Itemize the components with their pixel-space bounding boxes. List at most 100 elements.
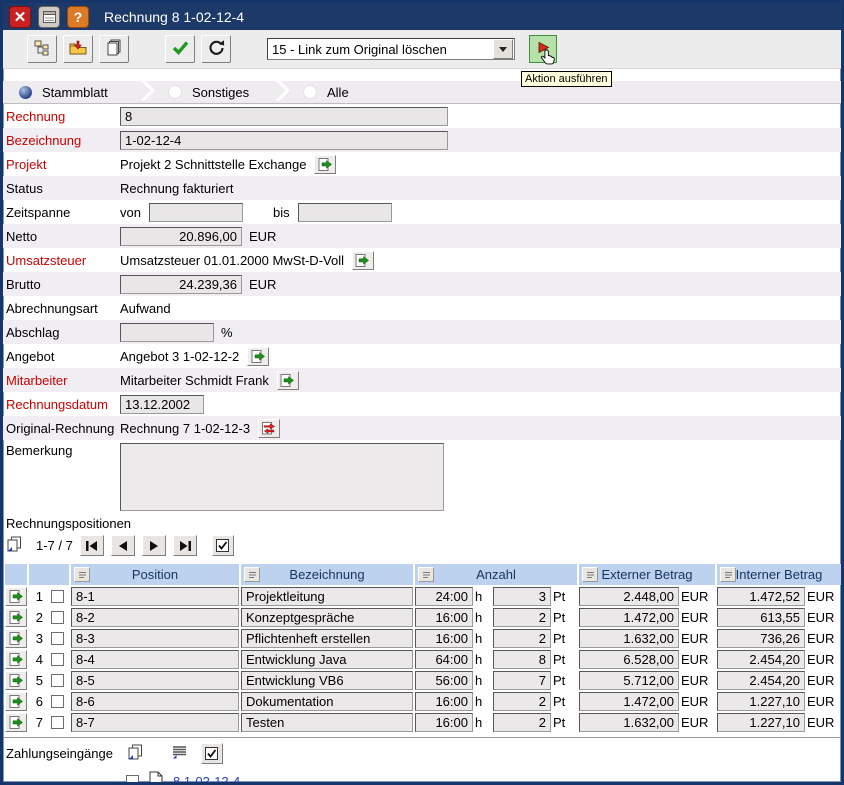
sort-icon[interactable] — [244, 567, 260, 582]
zeitspanne-von-input[interactable] — [149, 203, 243, 222]
row-checkbox[interactable] — [51, 632, 64, 645]
row-checkbox[interactable] — [51, 716, 64, 729]
row-checkbox[interactable] — [51, 695, 64, 708]
goto-position-icon[interactable] — [5, 692, 27, 711]
goto-projekt-icon[interactable] — [314, 155, 336, 174]
brutto-input[interactable]: 24.239,36 — [120, 275, 242, 294]
intern-amount-input[interactable]: 613,55 — [717, 608, 805, 627]
tab-stammblatt[interactable]: Stammblatt — [15, 85, 141, 100]
row-checkbox[interactable] — [51, 590, 64, 603]
bezeichnung-input[interactable]: Dokumentation — [241, 692, 413, 711]
close-icon[interactable]: ✕ — [9, 6, 31, 28]
action-dropdown[interactable]: 15 - Link zum Original löschen — [267, 38, 515, 60]
bezeichnung-input[interactable]: Projektleitung — [241, 587, 413, 606]
extern-amount-input[interactable]: 6.528,00 — [579, 650, 679, 669]
position-input[interactable]: 8-5 — [71, 671, 239, 690]
points-input[interactable]: 2 — [493, 608, 551, 627]
tab-sonstiges[interactable]: Sonstiges — [164, 85, 276, 100]
header-cell-anzahl[interactable]: Anzahl — [415, 564, 577, 585]
hours-input[interactable]: 16:00 — [415, 692, 473, 711]
payment-entry-link[interactable]: 8 1-02-12-4 — [173, 774, 240, 785]
copy-button[interactable] — [99, 35, 129, 63]
intern-amount-input[interactable]: 1.227,10 — [717, 713, 805, 732]
bezeichnung-input[interactable]: 1-02-12-4 — [120, 131, 448, 150]
sort-list-icon[interactable] — [172, 745, 187, 762]
points-input[interactable]: 3 — [493, 587, 551, 606]
sort-icon[interactable] — [418, 567, 434, 582]
last-page-icon[interactable] — [173, 535, 197, 556]
intern-amount-input[interactable]: 1.227,10 — [717, 692, 805, 711]
row-checkbox[interactable] — [51, 674, 64, 687]
hours-input[interactable]: 24:00 — [415, 587, 473, 606]
extern-amount-input[interactable]: 1.632,00 — [579, 629, 679, 648]
goto-position-icon[interactable] — [5, 671, 27, 690]
bemerkung-textarea[interactable] — [120, 443, 444, 511]
header-cell-position[interactable]: Position — [71, 564, 239, 585]
import-button[interactable] — [63, 35, 93, 63]
abschlag-input[interactable] — [120, 323, 214, 342]
hours-input[interactable]: 56:00 — [415, 671, 473, 690]
confirm-button[interactable] — [165, 35, 195, 63]
extern-amount-input[interactable]: 2.448,00 — [579, 587, 679, 606]
window-icon[interactable] — [38, 6, 60, 28]
pages-icon[interactable] — [6, 536, 23, 556]
refresh-button[interactable] — [201, 35, 231, 63]
points-input[interactable]: 2 — [493, 692, 551, 711]
hours-input[interactable]: 16:00 — [415, 713, 473, 732]
pages-icon[interactable] — [127, 744, 144, 764]
tab-alle[interactable]: Alle — [299, 85, 397, 100]
rechnungsdatum-input[interactable]: 13.12.2002 — [120, 395, 204, 414]
header-cell-externer-betrag[interactable]: Externer Betrag — [579, 564, 715, 585]
bezeichnung-input[interactable]: Konzeptgespräche — [241, 608, 413, 627]
header-cell-interner-betrag[interactable]: Interner Betrag — [717, 564, 841, 585]
points-input[interactable]: 2 — [493, 713, 551, 732]
goto-position-icon[interactable] — [5, 629, 27, 648]
points-input[interactable]: 8 — [493, 650, 551, 669]
hours-input[interactable]: 16:00 — [415, 629, 473, 648]
position-input[interactable]: 8-3 — [71, 629, 239, 648]
goto-angebot-icon[interactable] — [247, 347, 269, 366]
position-input[interactable]: 8-4 — [71, 650, 239, 669]
rechnung-input[interactable]: 8 — [120, 107, 448, 126]
extern-amount-input[interactable]: 1.632,00 — [579, 713, 679, 732]
intern-amount-input[interactable]: 2.454,20 — [717, 671, 805, 690]
bezeichnung-input[interactable]: Pflichtenheft erstellen — [241, 629, 413, 648]
extern-amount-input[interactable]: 1.472,00 — [579, 692, 679, 711]
row-checkbox[interactable] — [51, 653, 64, 666]
extern-amount-input[interactable]: 1.472,00 — [579, 608, 679, 627]
points-input[interactable]: 7 — [493, 671, 551, 690]
select-all-positions-icon[interactable] — [212, 535, 234, 556]
hours-input[interactable]: 16:00 — [415, 608, 473, 627]
goto-position-icon[interactable] — [5, 713, 27, 732]
bezeichnung-input[interactable]: Testen — [241, 713, 413, 732]
intern-amount-input[interactable]: 2.454,20 — [717, 650, 805, 669]
hours-input[interactable]: 64:00 — [415, 650, 473, 669]
netto-input[interactable]: 20.896,00 — [120, 227, 242, 246]
extern-amount-input[interactable]: 5.712,00 — [579, 671, 679, 690]
intern-amount-input[interactable]: 736,26 — [717, 629, 805, 648]
goto-mitarbeiter-icon[interactable] — [277, 371, 299, 390]
goto-umsatzsteuer-icon[interactable] — [352, 251, 374, 270]
sort-icon[interactable] — [74, 567, 90, 582]
position-input[interactable]: 8-7 — [71, 713, 239, 732]
select-all-payments-icon[interactable] — [201, 743, 223, 764]
zeitspanne-bis-input[interactable] — [298, 203, 392, 222]
position-input[interactable]: 8-2 — [71, 608, 239, 627]
goto-position-icon[interactable] — [5, 587, 27, 606]
intern-amount-input[interactable]: 1.472,52 — [717, 587, 805, 606]
sort-icon[interactable] — [582, 567, 598, 582]
bezeichnung-input[interactable]: Entwicklung Java — [241, 650, 413, 669]
row-checkbox[interactable] — [51, 611, 64, 624]
chevron-down-icon[interactable] — [493, 39, 513, 59]
previous-page-icon[interactable] — [111, 535, 135, 556]
position-input[interactable]: 8-1 — [71, 587, 239, 606]
original-link-swap-icon[interactable] — [258, 419, 280, 438]
first-page-icon[interactable] — [80, 535, 104, 556]
tree-view-button[interactable] — [27, 35, 57, 63]
goto-position-icon[interactable] — [5, 650, 27, 669]
sort-icon[interactable] — [720, 567, 736, 582]
goto-position-icon[interactable] — [5, 608, 27, 627]
points-input[interactable]: 2 — [493, 629, 551, 648]
payment-checkbox[interactable] — [126, 775, 139, 785]
header-cell-bezeichnung[interactable]: Bezeichnung — [241, 564, 413, 585]
